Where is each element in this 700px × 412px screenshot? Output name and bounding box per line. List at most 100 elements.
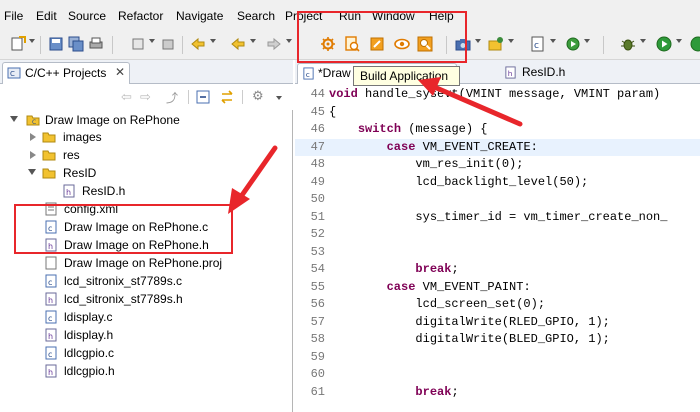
- code-line: 59: [295, 349, 700, 366]
- toolbar-separator: [188, 90, 189, 104]
- tree-item-label: ResID.h: [82, 184, 126, 198]
- code-line: 58 digitalWrite(BLED_GPIO, 1);: [295, 331, 700, 348]
- toolbar-separator: [603, 36, 604, 54]
- chevron-down-icon[interactable]: [29, 39, 35, 43]
- chevron-down-icon[interactable]: [210, 39, 216, 43]
- chevron-down-icon[interactable]: [550, 39, 556, 43]
- menu-navigate[interactable]: Navigate: [176, 9, 223, 23]
- print-icon[interactable]: [88, 36, 104, 52]
- line-number: 58: [310, 332, 325, 346]
- forward-icon[interactable]: [266, 36, 282, 52]
- menu-edit[interactable]: Edit: [36, 9, 57, 23]
- up-folder-icon[interactable]: ⤴: [166, 89, 178, 106]
- expand-twisty-icon[interactable]: [10, 116, 18, 122]
- new-class-icon[interactable]: [130, 36, 146, 52]
- menu-refactor[interactable]: Refactor: [118, 9, 163, 23]
- tree-item-label: Draw Image on RePhone: [45, 113, 180, 127]
- chevron-down-icon[interactable]: [286, 39, 292, 43]
- code-line: 50: [295, 191, 700, 208]
- external-tools-icon[interactable]: [690, 36, 700, 52]
- tab-resid-h[interactable]: h ResID.h: [500, 63, 590, 84]
- new-c-file-icon[interactable]: c: [530, 36, 546, 52]
- line-number: 55: [310, 279, 325, 294]
- run-config-icon[interactable]: [565, 36, 581, 52]
- close-icon[interactable]: ✕: [115, 65, 125, 79]
- chevron-down-icon[interactable]: [508, 39, 514, 43]
- tab-cpp-projects[interactable]: C C/C++ Projects ✕: [2, 62, 130, 84]
- svg-text:h: h: [66, 188, 71, 197]
- tree-item-lcd-c[interactable]: c lcd_sitronix_st7789s.c: [0, 272, 290, 290]
- filter-icon[interactable]: ⚙: [252, 88, 264, 104]
- menu-file[interactable]: File: [4, 9, 23, 23]
- svg-text:h: h: [508, 69, 513, 78]
- code-area[interactable]: 44 void handle_sysevt(VMINT message, VMIN…: [295, 85, 700, 412]
- code-text: break;: [415, 262, 459, 276]
- svg-text:c: c: [48, 314, 52, 323]
- line-number: 45: [310, 104, 325, 119]
- save-icon[interactable]: [48, 36, 64, 52]
- expand-twisty-icon[interactable]: [30, 151, 36, 159]
- run-icon[interactable]: [656, 36, 672, 52]
- code-text: digitalWrite(BLED_GPIO, 1);: [329, 332, 610, 346]
- new-file-icon[interactable]: [10, 36, 26, 52]
- tree-item-resid-h[interactable]: h ResID.h: [0, 182, 290, 200]
- code-line: 45 {: [295, 104, 700, 121]
- code-line: 54 break;: [295, 261, 700, 278]
- folder-icon: [42, 150, 56, 161]
- tree-item-label: ldlcgpio.c: [64, 346, 115, 360]
- code-line: 52: [295, 226, 700, 243]
- link-with-editor-icon[interactable]: [220, 90, 234, 104]
- view-menu-chevron-icon[interactable]: [276, 96, 282, 100]
- header-file-icon: h: [45, 328, 57, 342]
- tree-item-ldlcgpio-h[interactable]: h ldlcgpio.h: [0, 362, 290, 380]
- tree-item-label: ldlcgpio.h: [64, 364, 115, 378]
- back-edit-icon[interactable]: [190, 36, 206, 52]
- tree-item-label: lcd_sitronix_st7789s.c: [64, 274, 183, 288]
- svg-text:c: c: [48, 278, 52, 287]
- tree-item-ldisplay-c[interactable]: c ldisplay.c: [0, 308, 290, 326]
- code-text: switch (message) {: [357, 122, 488, 136]
- collapse-all-icon[interactable]: [196, 90, 210, 104]
- chevron-down-icon[interactable]: [149, 39, 155, 43]
- file-icon: [45, 256, 57, 270]
- chevron-down-icon[interactable]: [584, 39, 590, 43]
- svg-text:h: h: [48, 296, 53, 305]
- tree-item-images[interactable]: images: [0, 128, 290, 146]
- panel-tab-bar: C C/C++ Projects ✕: [0, 60, 293, 84]
- tree-item-lcd-h[interactable]: h lcd_sitronix_st7789s.h: [0, 290, 290, 308]
- line-number: 46: [310, 122, 325, 136]
- expand-twisty-icon[interactable]: [28, 169, 36, 175]
- tree-item-res[interactable]: res: [0, 146, 290, 164]
- debug-bug-icon[interactable]: [620, 36, 636, 52]
- tree-item-ldlcgpio-c[interactable]: c ldlcgpio.c: [0, 344, 290, 362]
- tree-item-project[interactable]: C Draw Image on RePhone: [0, 111, 290, 129]
- open-type-icon[interactable]: [160, 36, 176, 52]
- line-number: 51: [310, 209, 325, 224]
- forward-arrow-icon[interactable]: ⇨: [140, 89, 151, 105]
- line-number: 52: [310, 227, 325, 241]
- menu-source[interactable]: Source: [68, 9, 106, 23]
- tree-item-label: ldisplay.c: [64, 310, 113, 324]
- toolbar-separator: [40, 36, 41, 54]
- header-file-icon: h: [505, 66, 516, 79]
- back-arrow-icon[interactable]: ⇦: [121, 89, 132, 105]
- code-line: 46 switch (message) {: [295, 121, 700, 138]
- tree-item-resid-folder[interactable]: ResID: [0, 164, 290, 182]
- chevron-down-icon[interactable]: [676, 39, 682, 43]
- editor-tab-label: ResID.h: [522, 65, 566, 79]
- chevron-down-icon[interactable]: [475, 39, 481, 43]
- tree-item-ldisplay-h[interactable]: h ldisplay.h: [0, 326, 290, 344]
- tree-item-proj-file[interactable]: Draw Image on RePhone.proj: [0, 254, 290, 272]
- back-icon[interactable]: [230, 36, 246, 52]
- expand-twisty-icon[interactable]: [30, 133, 36, 141]
- save-all-icon[interactable]: [68, 36, 84, 52]
- folder-icon: [42, 132, 56, 143]
- code-text: vm_res_init(0);: [329, 157, 524, 171]
- chevron-down-icon[interactable]: [640, 39, 646, 43]
- menu-search[interactable]: Search: [237, 9, 275, 23]
- chevron-down-icon[interactable]: [250, 39, 256, 43]
- new-project-icon[interactable]: [488, 36, 504, 52]
- code-line: 51 sys_timer_id = vm_timer_create_non_: [295, 209, 700, 226]
- line-number: 57: [310, 314, 325, 329]
- code-line: 53: [295, 244, 700, 261]
